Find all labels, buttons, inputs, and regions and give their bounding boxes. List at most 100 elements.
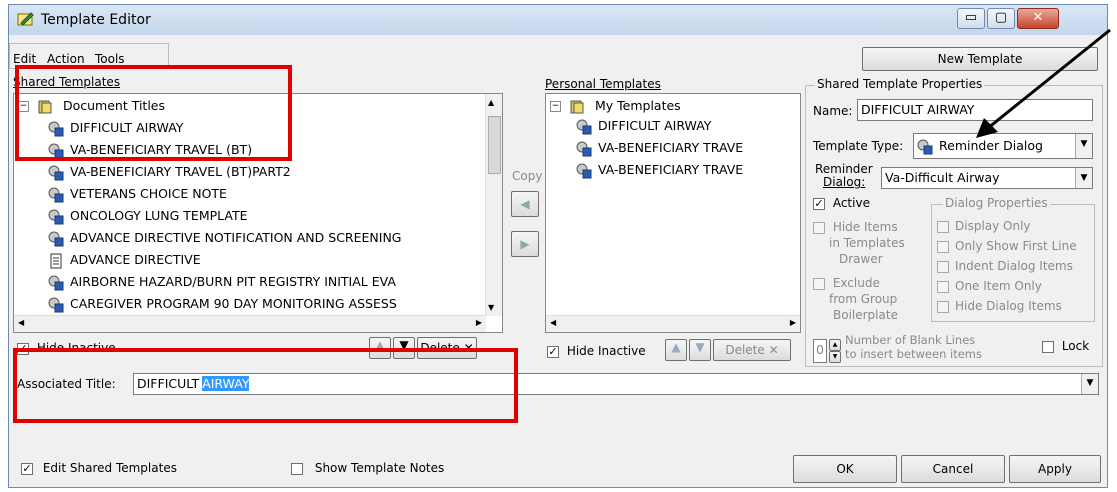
checkbox[interactable] bbox=[937, 280, 949, 293]
blank-lines-field[interactable]: 0 bbox=[813, 339, 827, 363]
reminder-dialog-icon bbox=[48, 209, 64, 224]
hide-items-label-3: Drawer bbox=[839, 252, 883, 266]
reminder-label-line2: Dialog: bbox=[823, 175, 866, 189]
checkbox[interactable] bbox=[937, 240, 949, 253]
copy-right-button[interactable]: ▶ bbox=[511, 231, 539, 257]
scroll-down-icon[interactable]: ▼ bbox=[488, 303, 494, 312]
copy-left-button[interactable]: ◀ bbox=[511, 191, 539, 217]
shared-vertical-scrollbar[interactable]: ▲ ▼ bbox=[485, 94, 502, 316]
tree-root-my-templates[interactable]: − My Templates bbox=[550, 95, 681, 117]
template-editor-window: Template Editor ▭ ▢ ✕ Edit Action Tools … bbox=[8, 4, 1108, 488]
reminder-dialog-icon bbox=[576, 163, 592, 178]
personal-template-item[interactable]: DIFFICULT AIRWAY bbox=[576, 115, 711, 137]
personal-templates-tree[interactable]: − My Templates DIFFICULT AIRWAY VA-BENEFI… bbox=[545, 93, 801, 333]
chevron-down-icon[interactable]: ▼ bbox=[1075, 168, 1092, 188]
name-label: Name: bbox=[813, 104, 853, 118]
dialog-property-label: Display Only bbox=[955, 219, 1031, 233]
shared-template-item[interactable]: ADVANCE DIRECTIVE bbox=[48, 249, 201, 271]
checkbox[interactable] bbox=[937, 220, 949, 233]
blank-lines-up-button[interactable]: ▲ bbox=[829, 339, 841, 351]
exclude-label-3: Boilerplate bbox=[833, 308, 898, 322]
exclude-label-2: from Group bbox=[829, 292, 898, 306]
scroll-right-icon[interactable]: ▶ bbox=[476, 318, 482, 327]
dialog-property-label: Only Show First Line bbox=[955, 239, 1077, 253]
tree-root-label: My Templates bbox=[594, 98, 681, 113]
reminder-dialog-icon bbox=[48, 275, 64, 290]
reminder-dialog-icon bbox=[48, 297, 64, 312]
window-title: Template Editor bbox=[41, 12, 151, 28]
hide-items-checkbox[interactable]: Hide Items in Templates Drawer bbox=[813, 219, 905, 267]
ok-button[interactable]: OK bbox=[793, 455, 897, 483]
checkbox[interactable]: ✓ bbox=[547, 345, 559, 358]
reminder-dialog-icon bbox=[576, 141, 592, 156]
template-item-label: DIFFICULT AIRWAY bbox=[598, 118, 712, 133]
scroll-left-icon[interactable]: ◀ bbox=[550, 318, 556, 327]
checkbox[interactable] bbox=[813, 221, 825, 234]
checkbox[interactable] bbox=[1042, 340, 1054, 353]
template-item-label: AIRBORNE HAZARD/BURN PIT REGISTRY INITIA… bbox=[70, 274, 396, 289]
reminder-dialog-icon bbox=[48, 187, 64, 202]
personal-move-up-button[interactable]: ▲ bbox=[665, 339, 687, 361]
show-notes-label: Show Template Notes bbox=[314, 461, 445, 475]
checkbox[interactable]: ✓ bbox=[813, 197, 825, 210]
collapse-icon[interactable]: − bbox=[550, 101, 561, 112]
template-item-label: ADVANCE DIRECTIVE NOTIFICATION AND SCREE… bbox=[70, 230, 402, 245]
personal-template-item[interactable]: VA-BENEFICIARY TRAVE bbox=[576, 137, 743, 159]
edit-shared-templates-checkbox[interactable]: ✓ Edit Shared Templates bbox=[21, 461, 177, 475]
personal-template-item[interactable]: VA-BENEFICIARY TRAVE bbox=[576, 159, 743, 181]
personal-horizontal-scrollbar[interactable]: ◀ ▶ bbox=[546, 315, 800, 332]
reminder-label-line1: Reminder bbox=[815, 162, 873, 176]
dialog-property-checkbox[interactable]: One Item Only bbox=[937, 279, 1042, 293]
dialog-property-checkbox[interactable]: Hide Dialog Items bbox=[937, 299, 1062, 313]
shared-horizontal-scrollbar[interactable]: ◀ ▶ bbox=[14, 315, 486, 332]
blank-lines-down-button[interactable]: ▼ bbox=[829, 351, 841, 363]
checkbox[interactable] bbox=[291, 462, 303, 475]
shared-template-item[interactable]: VA-BENEFICIARY TRAVEL (BT)PART2 bbox=[48, 161, 291, 183]
dialog-property-checkbox[interactable]: Only Show First Line bbox=[937, 239, 1077, 253]
personal-move-down-button[interactable]: ▼ bbox=[689, 339, 711, 361]
shared-template-item[interactable]: ADVANCE DIRECTIVE NOTIFICATION AND SCREE… bbox=[48, 227, 401, 249]
active-checkbox[interactable]: ✓ Active bbox=[813, 196, 870, 210]
template-item-label: VA-BENEFICIARY TRAVEL (BT)PART2 bbox=[70, 164, 291, 179]
scroll-up-icon[interactable]: ▲ bbox=[488, 98, 494, 107]
shared-template-item[interactable]: ONCOLOGY LUNG TEMPLATE bbox=[48, 205, 248, 227]
chevron-down-icon[interactable]: ▼ bbox=[1081, 374, 1098, 394]
checkbox[interactable] bbox=[813, 277, 825, 290]
dialog-property-label: Indent Dialog Items bbox=[955, 259, 1073, 273]
checkbox[interactable] bbox=[937, 300, 949, 313]
shared-template-item[interactable]: VETERANS CHOICE NOTE bbox=[48, 183, 227, 205]
reminder-dialog-value: Va-Difficult Airway bbox=[885, 170, 1000, 185]
my-templates-icon bbox=[570, 100, 584, 113]
delete-x-icon: ✕ bbox=[768, 343, 779, 357]
scroll-left-icon[interactable]: ◀ bbox=[18, 318, 24, 327]
menu-tools[interactable]: Tools bbox=[95, 52, 125, 66]
shared-template-item[interactable]: CAREGIVER PROGRAM 90 DAY MONITORING ASSE… bbox=[48, 293, 397, 315]
menu-action[interactable]: Action bbox=[47, 52, 85, 66]
apply-button[interactable]: Apply bbox=[1009, 455, 1101, 483]
dialog-property-label: One Item Only bbox=[955, 279, 1042, 293]
cancel-button[interactable]: Cancel bbox=[901, 455, 1005, 483]
scroll-thumb[interactable] bbox=[488, 116, 501, 174]
personal-hide-inactive-checkbox[interactable]: ✓ Hide Inactive bbox=[547, 344, 646, 358]
show-template-notes-checkbox[interactable]: Show Template Notes bbox=[291, 461, 444, 475]
checkbox[interactable]: ✓ bbox=[21, 462, 33, 475]
blank-lines-label-2: to insert between items bbox=[845, 347, 983, 361]
highlight-box-associated bbox=[13, 348, 518, 423]
checkbox[interactable] bbox=[937, 260, 949, 273]
template-item-label: VA-BENEFICIARY TRAVE bbox=[598, 162, 744, 177]
lock-checkbox[interactable]: Lock bbox=[1042, 339, 1089, 353]
shared-template-item[interactable]: AIRBORNE HAZARD/BURN PIT REGISTRY INITIA… bbox=[48, 271, 396, 293]
hide-items-label-2: in Templates bbox=[829, 236, 905, 250]
reminder-dialog-dropdown[interactable]: Va-Difficult Airway ▼ bbox=[881, 167, 1093, 189]
menu-edit[interactable]: Edit bbox=[13, 52, 36, 66]
template-editor-icon bbox=[17, 12, 34, 26]
dialog-property-checkbox[interactable]: Indent Dialog Items bbox=[937, 259, 1073, 273]
template-item-label: ONCOLOGY LUNG TEMPLATE bbox=[70, 208, 248, 223]
personal-delete-button[interactable]: Delete ✕ bbox=[713, 339, 791, 361]
dialog-property-checkbox[interactable]: Display Only bbox=[937, 219, 1031, 233]
exclude-label-1: Exclude bbox=[832, 276, 880, 290]
dialog-property-label: Hide Dialog Items bbox=[955, 299, 1062, 313]
scroll-right-icon[interactable]: ▶ bbox=[790, 318, 796, 327]
template-item-label: VA-BENEFICIARY TRAVE bbox=[598, 140, 744, 155]
exclude-checkbox[interactable]: Exclude from Group Boilerplate bbox=[813, 275, 898, 323]
